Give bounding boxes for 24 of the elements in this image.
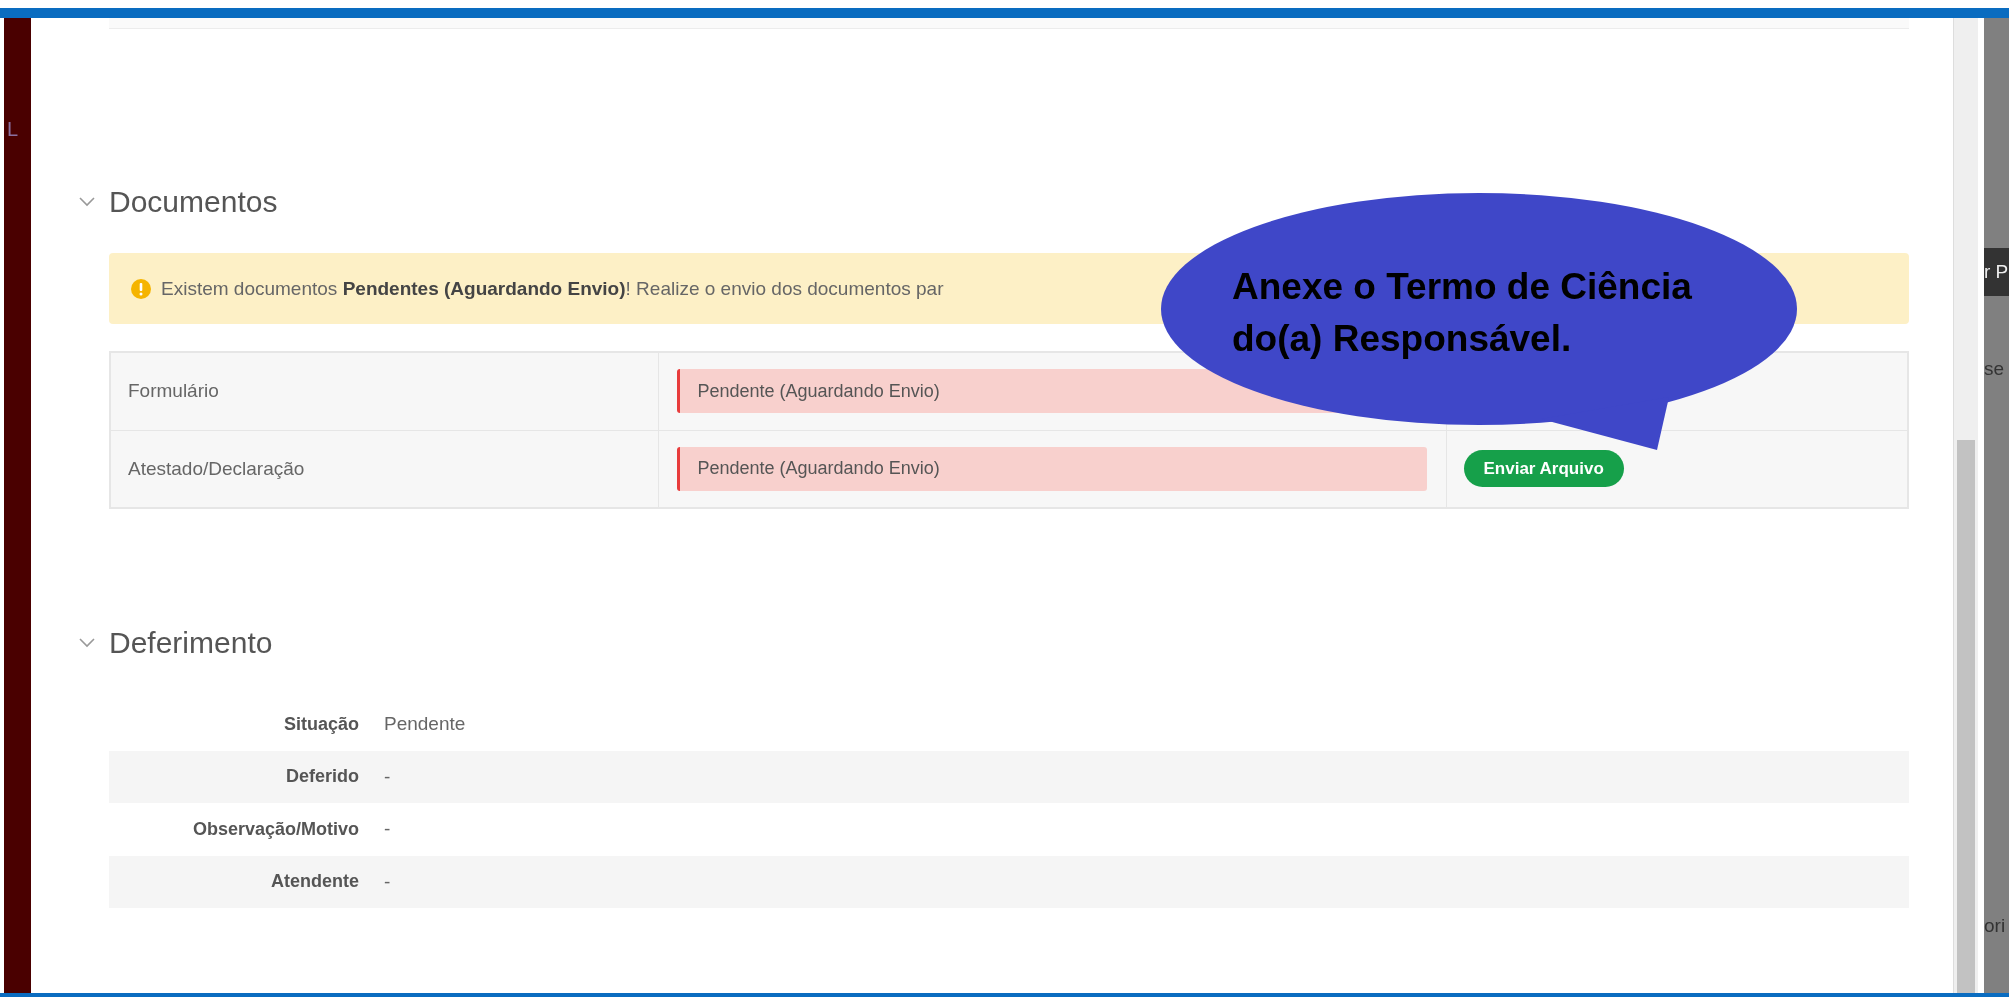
status-badge: Pendente (Aguardando Envio) [676, 446, 1427, 491]
strip-letter: L [7, 118, 20, 141]
chevron-down-icon[interactable] [77, 636, 97, 650]
field-value: - [384, 765, 391, 788]
section-title: Deferimento [109, 626, 273, 660]
field-label: Atendente [270, 871, 359, 893]
background-text: ori [1984, 915, 2007, 937]
warning-message: Existem documentos Pendentes (Aguardando Envio)! Realize o envio dos documentos par [161, 277, 944, 300]
chevron-down-icon[interactable] [77, 195, 97, 209]
field-value: Pendente [384, 713, 466, 736]
section-title: Documentos [109, 185, 278, 219]
scrollbar-thumb[interactable] [1957, 440, 1975, 993]
scrollbar[interactable] [1953, 18, 1978, 993]
field-value: - [384, 870, 391, 893]
warning-icon [131, 278, 151, 299]
field-label: Observação/Motivo [191, 818, 359, 840]
field-value: - [384, 818, 391, 841]
document-name-cell: Atestado/Declaração [110, 430, 658, 508]
upload-button[interactable]: Enviar Arquivo [1463, 450, 1624, 488]
callout-text: Anexe o Termo de Ciência do(a) Responsável. [1232, 265, 1692, 361]
document-name-cell: Formulário [110, 352, 658, 430]
background-text: se [1984, 358, 2006, 380]
field-label: Situação [282, 713, 359, 735]
field-label: Deferido [285, 766, 359, 788]
